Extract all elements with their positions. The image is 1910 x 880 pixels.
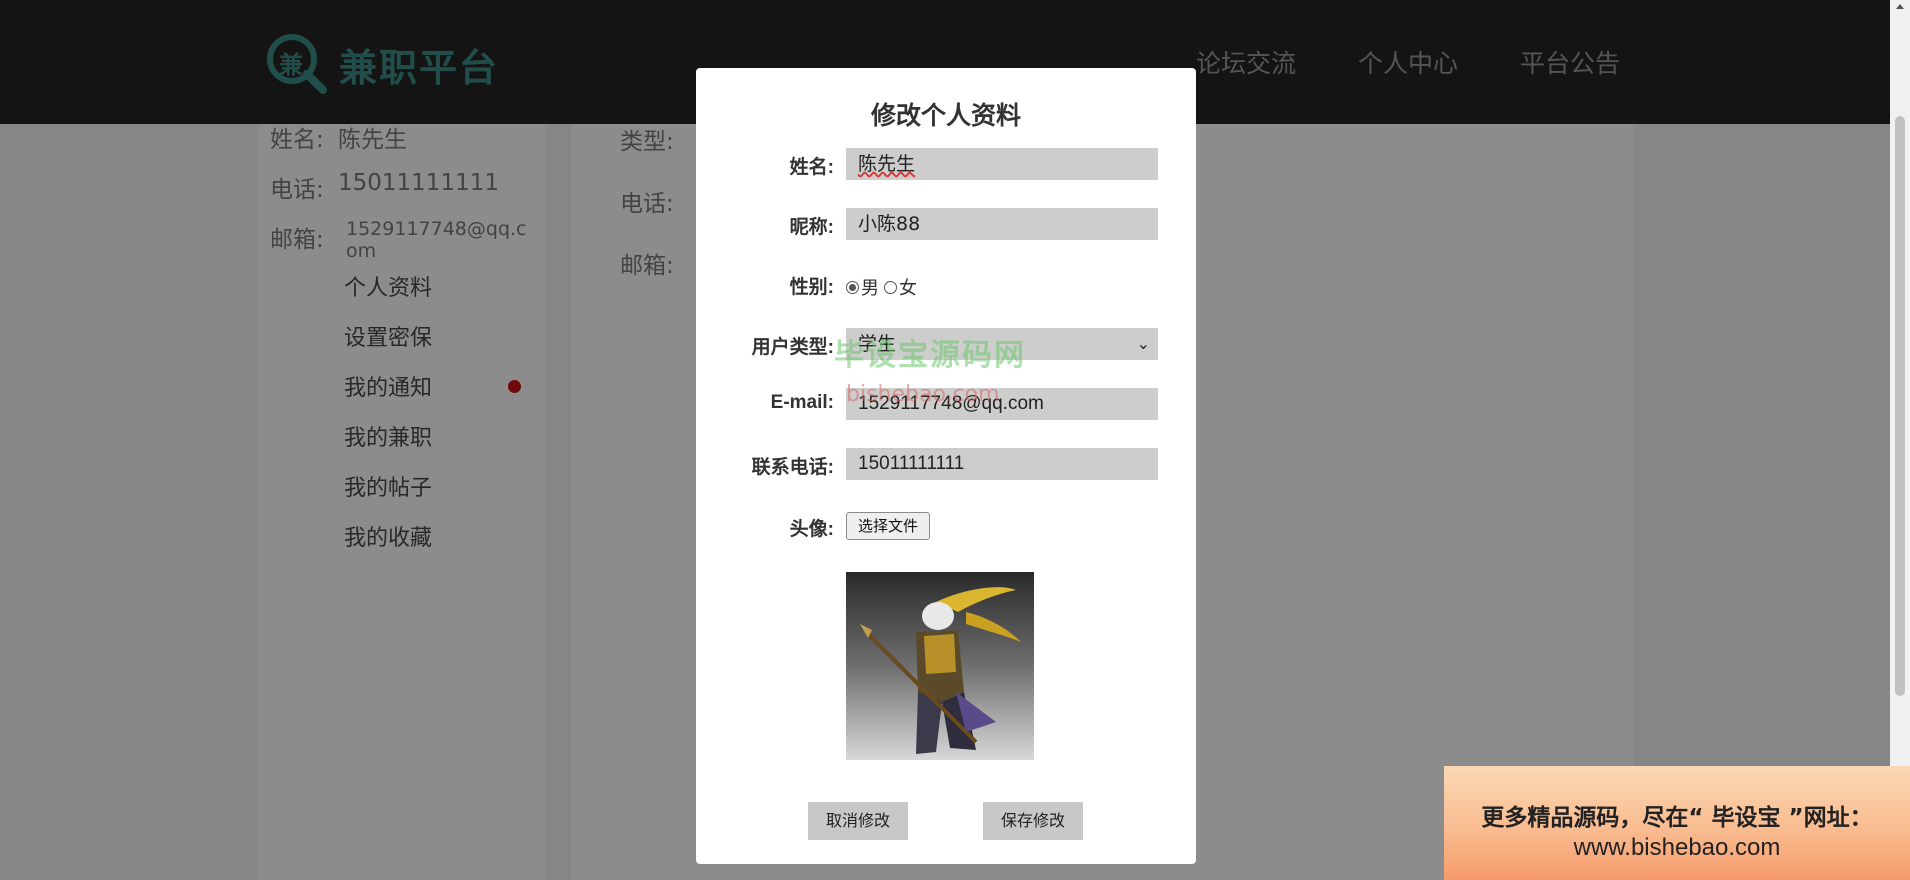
page-scrollbar[interactable] — [1890, 0, 1910, 880]
scroll-up-arrow-icon[interactable] — [1896, 4, 1904, 9]
gender-female-radio[interactable] — [884, 280, 897, 294]
avatar-image — [846, 572, 1034, 760]
ad-banner[interactable]: 更多精品源码，尽在“ 毕设宝 ”网址： www.bishebao.com — [1444, 766, 1910, 880]
scrollbar-thumb[interactable] — [1895, 116, 1905, 696]
phone-input[interactable]: 15011111111 — [846, 448, 1158, 480]
name-field-label: 姓名: — [789, 157, 834, 178]
ad-url[interactable]: www.bishebao.com — [1444, 834, 1910, 862]
gender-field-label: 性别: — [789, 277, 834, 298]
watermark-text: 毕设宝源码网 — [834, 338, 1026, 373]
watermark-url: bishebao.com — [846, 382, 1000, 407]
save-button[interactable]: 保存修改 — [983, 802, 1083, 840]
modal-title: 修改个人资料 — [870, 101, 1021, 130]
gender-female-label: 女 — [899, 278, 917, 299]
nickname-input[interactable]: 小陈88 — [846, 208, 1158, 240]
name-input[interactable]: 陈先生 — [846, 148, 1158, 180]
phone-field-label: 联系电话: — [751, 457, 834, 478]
gender-male-label: 男 — [861, 278, 879, 299]
chevron-down-icon: ⌄ — [1136, 334, 1150, 353]
nickname-field-label: 昵称: — [789, 217, 834, 238]
choose-file-button[interactable]: 选择文件 — [846, 512, 930, 540]
ad-text: 更多精品源码，尽在“ 毕设宝 ”网址： — [1481, 805, 1873, 831]
gender-radio-group: 男 女 — [846, 274, 917, 300]
cancel-button[interactable]: 取消修改 — [808, 802, 908, 840]
name-input-value: 陈先生 — [858, 153, 916, 175]
email-field-label: E-mail: — [770, 392, 834, 413]
user-type-field-label: 用户类型: — [751, 337, 834, 358]
avatar-field-label: 头像: — [789, 519, 834, 540]
gender-male-radio[interactable] — [846, 280, 859, 294]
edit-profile-modal: 修改个人资料 姓名: 陈先生 昵称: 小陈88 性别: 男 女 用户类型: 学生… — [696, 68, 1196, 864]
